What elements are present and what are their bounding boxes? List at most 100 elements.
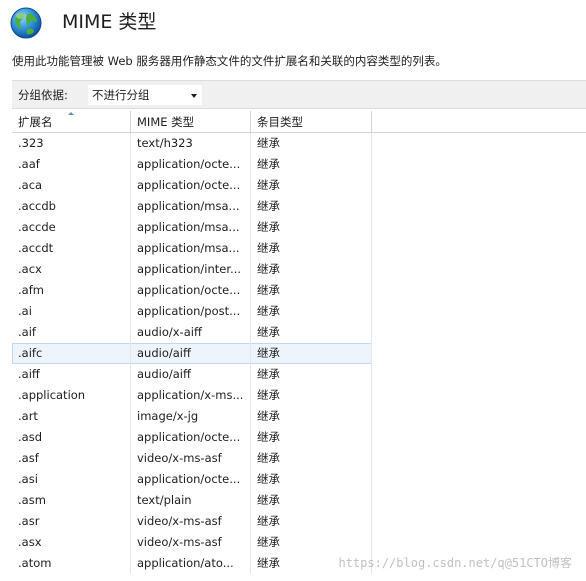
page-title: MIME 类型 (62, 11, 157, 33)
extension-cell: .acx (12, 259, 131, 280)
entry-type-cell: 继承 (251, 154, 372, 175)
table-row[interactable]: .asx video/x-ms-asf 继承 (12, 532, 372, 553)
table-row[interactable]: .accde application/msa... 继承 (12, 217, 372, 238)
extension-cell: .accde (12, 217, 131, 238)
extension-cell: .aca (12, 175, 131, 196)
entry-type-cell: 继承 (251, 238, 372, 259)
mime-type-cell: application/msa... (131, 196, 251, 217)
mime-type-cell: application/msa... (131, 217, 251, 238)
entry-type-cell: 继承 (251, 175, 372, 196)
entry-type-cell: 继承 (251, 196, 372, 217)
entry-type-cell: 继承 (251, 133, 372, 154)
table-row[interactable]: .asm text/plain 继承 (12, 490, 372, 511)
table-row[interactable]: .323 text/h323 继承 (12, 133, 372, 154)
extension-cell: .asm (12, 490, 131, 511)
entry-type-cell: 继承 (251, 343, 372, 364)
mime-type-cell: application/octe... (131, 469, 251, 490)
extension-cell: .asf (12, 448, 131, 469)
entry-type-cell: 继承 (251, 259, 372, 280)
mime-type-cell: application/octe... (131, 280, 251, 301)
table-row[interactable]: .afm application/octe... 继承 (12, 280, 372, 301)
column-header-label: MIME 类型 (137, 115, 195, 129)
table-row[interactable]: .aiff audio/aiff 继承 (12, 364, 372, 385)
entry-type-cell: 继承 (251, 490, 372, 511)
table-body: .323 text/h323 继承 .aaf application/octe... 继… (12, 133, 586, 574)
extension-cell: .atom (12, 553, 131, 574)
mime-type-cell: text/h323 (131, 133, 251, 154)
extension-cell: .accdt (12, 238, 131, 259)
extension-cell: .asx (12, 532, 131, 553)
group-by-value: 不进行分组 (92, 88, 150, 102)
mime-type-cell: application/octe... (131, 175, 251, 196)
page-description: 使用此功能管理被 Web 服务器用作静态文件的文件扩展名和关联的内容类型的列表。 (12, 54, 447, 68)
table-row[interactable]: .accdb application/msa... 继承 (12, 196, 372, 217)
mime-type-cell: video/x-ms-asf (131, 532, 251, 553)
extension-cell: .asr (12, 511, 131, 532)
mime-types-table: 扩展名 MIME 类型 条目类型 .323 text/h323 继承 .aaf app… (12, 111, 586, 581)
column-header-extension[interactable]: 扩展名 (12, 111, 131, 132)
mime-type-cell: application/octe... (131, 427, 251, 448)
table-row[interactable]: .art image/x-jg 继承 (12, 406, 372, 427)
extension-cell: .aif (12, 322, 131, 343)
extension-cell: .aifc (12, 343, 131, 364)
table-row[interactable]: .aca application/octe... 继承 (12, 175, 372, 196)
entry-type-cell: 继承 (251, 406, 372, 427)
column-header-mime-type[interactable]: MIME 类型 (131, 111, 251, 132)
table-row[interactable]: .acx application/inter... 继承 (12, 259, 372, 280)
mime-type-cell: video/x-ms-asf (131, 511, 251, 532)
mime-type-cell: application/inter... (131, 259, 251, 280)
mime-type-cell: video/x-ms-asf (131, 448, 251, 469)
mime-type-cell: text/plain (131, 490, 251, 511)
extension-cell: .afm (12, 280, 131, 301)
extension-cell: .323 (12, 133, 131, 154)
entry-type-cell: 继承 (251, 385, 372, 406)
group-by-dropdown[interactable]: 不进行分组 (87, 84, 203, 106)
entry-type-cell: 继承 (251, 280, 372, 301)
entry-type-cell: 继承 (251, 427, 372, 448)
table-row[interactable]: .asi application/octe... 继承 (12, 469, 372, 490)
page-header: MIME 类型 (0, 0, 586, 46)
extension-cell: .asd (12, 427, 131, 448)
table-row[interactable]: .ai application/post... 继承 (12, 301, 372, 322)
entry-type-cell: 继承 (251, 469, 372, 490)
entry-type-cell: 继承 (251, 553, 372, 574)
table-row[interactable]: .aaf application/octe... 继承 (12, 154, 372, 175)
group-by-toolbar: 分组依据: 不进行分组 (12, 80, 586, 109)
entry-type-cell: 继承 (251, 532, 372, 553)
mime-type-cell: application/ato... (131, 553, 251, 574)
table-row[interactable]: .asr video/x-ms-asf 继承 (12, 511, 372, 532)
extension-cell: .aiff (12, 364, 131, 385)
mime-type-cell: application/x-ms... (131, 385, 251, 406)
column-header-label: 条目类型 (257, 115, 303, 129)
mime-type-cell: application/msa... (131, 238, 251, 259)
table-row-selected[interactable]: .aifc audio/aiff 继承 (12, 343, 372, 364)
table-row[interactable]: .asf video/x-ms-asf 继承 (12, 448, 372, 469)
extension-cell: .accdb (12, 196, 131, 217)
entry-type-cell: 继承 (251, 448, 372, 469)
group-by-label: 分组依据: (18, 88, 68, 102)
extension-cell: .asi (12, 469, 131, 490)
extension-cell: .aaf (12, 154, 131, 175)
sort-ascending-icon (68, 112, 74, 115)
globe-icon (10, 7, 42, 39)
entry-type-cell: 继承 (251, 217, 372, 238)
chevron-down-icon[interactable] (191, 94, 197, 98)
column-header-label: 扩展名 (18, 115, 53, 129)
mime-type-cell: audio/aiff (131, 364, 251, 385)
entry-type-cell: 继承 (251, 322, 372, 343)
mime-type-cell: application/octe... (131, 154, 251, 175)
mime-type-cell: image/x-jg (131, 406, 251, 427)
table-row[interactable]: .accdt application/msa... 继承 (12, 238, 372, 259)
table-row[interactable]: .aif audio/x-aiff 继承 (12, 322, 372, 343)
table-header: 扩展名 MIME 类型 条目类型 (12, 111, 586, 133)
table-row[interactable]: .asd application/octe... 继承 (12, 427, 372, 448)
extension-cell: .ai (12, 301, 131, 322)
table-row[interactable]: .atom application/ato... 继承 (12, 553, 372, 574)
entry-type-cell: 继承 (251, 511, 372, 532)
column-header-entry-type[interactable]: 条目类型 (251, 111, 372, 132)
mime-type-cell: audio/x-aiff (131, 322, 251, 343)
table-row[interactable]: .application application/x-ms... 继承 (12, 385, 372, 406)
mime-type-cell: audio/aiff (131, 343, 251, 364)
entry-type-cell: 继承 (251, 364, 372, 385)
mime-type-cell: application/post... (131, 301, 251, 322)
